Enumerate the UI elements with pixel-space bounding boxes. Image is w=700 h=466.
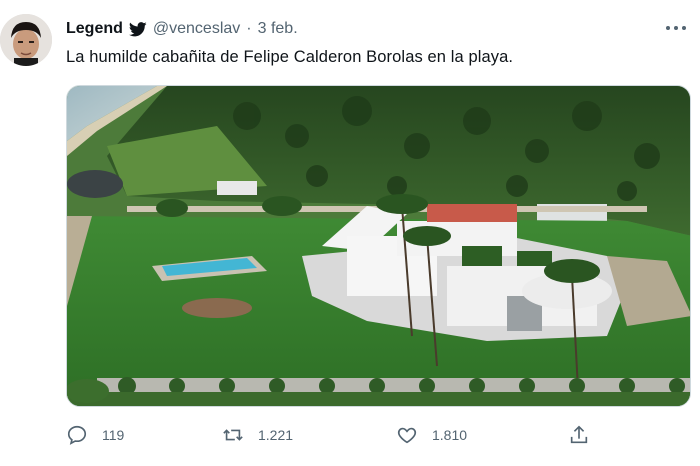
tweet-date[interactable]: 3 feb. — [258, 20, 298, 38]
like-icon — [397, 427, 417, 444]
more-icon[interactable] — [664, 20, 688, 36]
bird-icon — [128, 21, 147, 36]
retweet-count: 1.221 — [258, 427, 294, 443]
retweet-button[interactable]: 1.221 — [222, 424, 293, 446]
share-button[interactable] — [568, 424, 590, 446]
display-name[interactable]: Legend — [66, 20, 123, 38]
reply-icon — [67, 425, 87, 445]
avatar[interactable] — [0, 14, 52, 66]
like-count: 1.810 — [432, 427, 468, 443]
share-icon — [570, 425, 588, 444]
photo-aerial-beach-house — [67, 86, 690, 406]
separator-dot: · — [246, 20, 252, 37]
tweet-actions: 119 1.221 1.810 — [66, 424, 626, 450]
reply-button[interactable]: 119 — [66, 424, 124, 446]
tweet-photo[interactable] — [66, 85, 691, 407]
tweet-card[interactable]: Legend @venceslav · 3 feb. La humilde ca… — [0, 0, 700, 466]
reply-count: 119 — [102, 427, 125, 443]
retweet-icon — [223, 429, 243, 441]
tweet-text: La humilde cabañita de Felipe Calderon B… — [66, 48, 514, 66]
handle[interactable]: @venceslav — [153, 20, 240, 38]
like-button[interactable]: 1.810 — [396, 424, 467, 446]
tweet-header: Legend @venceslav · 3 feb. — [66, 20, 298, 38]
